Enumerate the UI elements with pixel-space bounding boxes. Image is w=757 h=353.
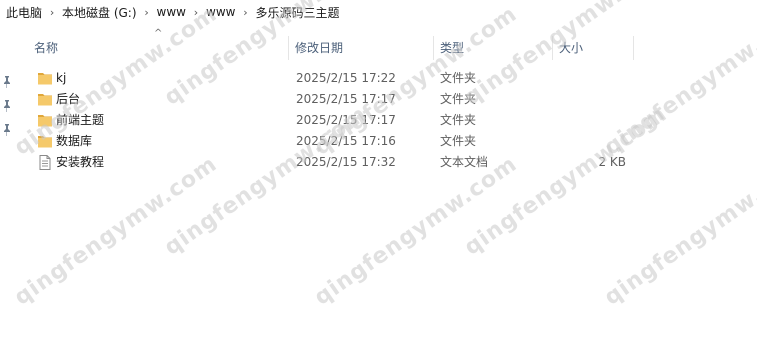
file-name[interactable]: 前端主题 [56, 110, 104, 131]
file-date: 2025/2/15 17:17 [296, 113, 396, 127]
breadcrumb-item-www[interactable]: www [157, 5, 186, 19]
column-header-size[interactable]: 大小 [553, 36, 633, 60]
pin-icon[interactable] [2, 100, 12, 112]
file-type: 文件夹 [440, 71, 477, 85]
chevron-right-icon[interactable]: › [42, 6, 62, 19]
folder-icon [37, 92, 53, 107]
file-type: 文件夹 [440, 92, 477, 106]
file-name[interactable]: 安装教程 [56, 152, 104, 173]
file-row[interactable]: 后台 2025/2/15 17:17 文件夹 [28, 89, 638, 110]
column-header-date[interactable]: 修改日期 [289, 36, 433, 60]
column-header-type[interactable]: 类型 [434, 36, 552, 60]
text-file-icon [37, 155, 53, 170]
file-date: 2025/2/15 17:17 [296, 92, 396, 106]
breadcrumb-item-www-sub[interactable]: www [206, 5, 235, 19]
breadcrumb-item-local-disk[interactable]: 本地磁盘 (G:) [62, 4, 137, 21]
pin-icon[interactable] [2, 124, 12, 136]
file-name[interactable]: 数据库 [56, 131, 92, 152]
file-row[interactable]: 安装教程 2025/2/15 17:32 文本文档 2 KB [28, 152, 638, 173]
watermark-text: qingfengymw.com [310, 151, 522, 311]
file-date: 2025/2/15 17:22 [296, 71, 396, 85]
file-row[interactable]: kj 2025/2/15 17:22 文件夹 [28, 68, 638, 89]
file-name[interactable]: 后台 [56, 89, 80, 110]
file-row[interactable]: 数据库 2025/2/15 17:16 文件夹 [28, 131, 638, 152]
file-type: 文件夹 [440, 134, 477, 148]
file-row[interactable]: 前端主题 2025/2/15 17:17 文件夹 [28, 110, 638, 131]
chevron-right-icon[interactable]: › [235, 6, 255, 19]
breadcrumb: 此电脑 › 本地磁盘 (G:) › www › www › 多乐源码三主题 [0, 0, 757, 24]
column-header: ^ 名称 修改日期 类型 大小 [28, 28, 638, 60]
file-date: 2025/2/15 17:16 [296, 134, 396, 148]
file-type: 文件夹 [440, 113, 477, 127]
chevron-right-icon[interactable]: › [137, 6, 157, 19]
pin-icon[interactable] [2, 76, 12, 88]
file-date: 2025/2/15 17:32 [296, 155, 396, 169]
watermark-text: qingfengymw.com [10, 151, 222, 311]
file-list: kj 2025/2/15 17:22 文件夹 后台 2025/2/15 17:1… [28, 68, 638, 173]
file-type: 文本文档 [440, 155, 489, 169]
chevron-right-icon[interactable]: › [186, 6, 206, 19]
column-header-name[interactable]: 名称 [28, 36, 288, 60]
column-divider[interactable] [633, 36, 634, 60]
watermark-text: qingfengymw.com [600, 151, 757, 311]
file-size: 2 KB [598, 155, 626, 169]
quick-access-pins [0, 76, 14, 148]
folder-icon [37, 134, 53, 149]
folder-icon [37, 113, 53, 128]
breadcrumb-item-current[interactable]: 多乐源码三主题 [255, 4, 339, 21]
folder-icon [37, 71, 53, 86]
file-name[interactable]: kj [56, 68, 66, 89]
breadcrumb-item-this-pc[interactable]: 此电脑 [6, 4, 42, 21]
